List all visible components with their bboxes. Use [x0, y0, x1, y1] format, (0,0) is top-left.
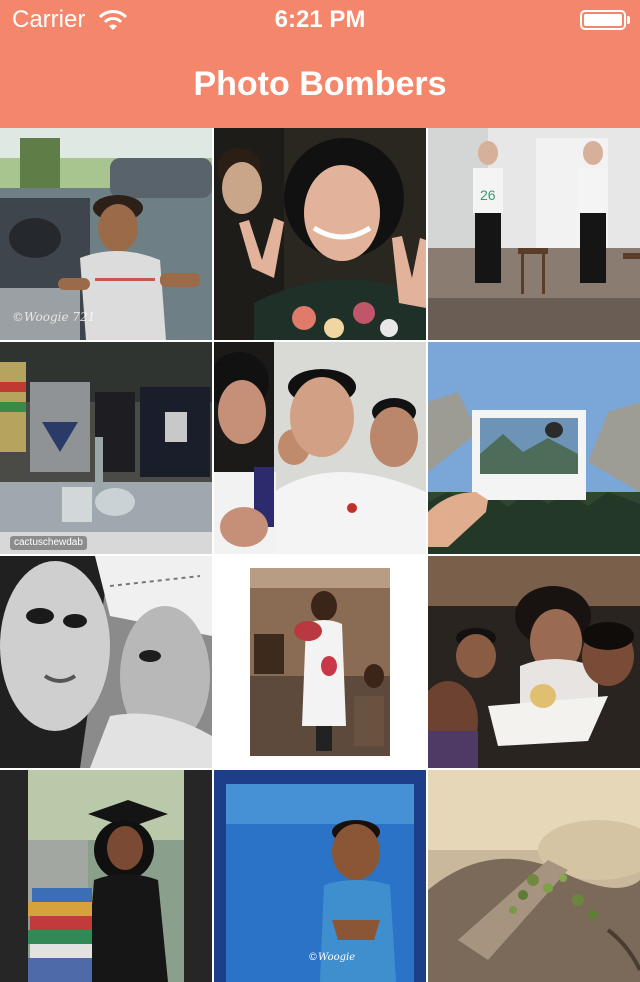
photo-image: [428, 770, 640, 982]
navigation-bar: Carrier 6:21 PM Photo Bombers: [0, 0, 640, 128]
battery-icon: [580, 10, 626, 30]
photo-cell-graduate-with-flowers[interactable]: [214, 556, 426, 768]
svg-text:26: 26: [480, 187, 496, 203]
photo-cell-black-and-white-selfie[interactable]: [0, 556, 212, 768]
photo-cell-polaroid-mountains[interactable]: [428, 342, 640, 554]
status-bar: Carrier 6:21 PM: [0, 0, 640, 40]
photo-image: [0, 556, 212, 768]
clock: 6:21 PM: [274, 6, 366, 33]
photo-grid: ©Woogie 721 26 cactuschewdab ©Woogie: [0, 128, 640, 982]
photo-cell-group-selfie[interactable]: [214, 342, 426, 554]
photo-image: ©Woogie: [214, 770, 426, 982]
photo-cell-family-with-cake[interactable]: [428, 556, 640, 768]
photo-cell-two-girls-posing[interactable]: 26: [428, 128, 640, 340]
photo-watermark: ©Woogie 721: [12, 310, 96, 324]
photo-image: [428, 556, 640, 768]
photo-image: [0, 342, 212, 554]
photo-image: [428, 342, 640, 554]
photo-image: [0, 128, 212, 340]
photo-cell-peace-sign-selfie[interactable]: [214, 128, 426, 340]
battery-tip: [627, 16, 630, 24]
photo-image: [214, 556, 426, 768]
photo-cell-boy-in-car[interactable]: ©Woogie 721: [0, 128, 212, 340]
svg-text:©Woogie: ©Woogie: [308, 952, 355, 963]
photo-image: [214, 342, 426, 554]
photo-cell-plant-closeup[interactable]: [428, 770, 640, 982]
photo-caption: cactuschewdab: [10, 536, 87, 550]
photo-cell-shop-interior[interactable]: cactuschewdab: [0, 342, 212, 554]
photo-image: [0, 770, 212, 982]
photo-cell-graduate-with-books[interactable]: [0, 770, 212, 982]
photo-cell-child-on-blue[interactable]: ©Woogie: [214, 770, 426, 982]
photo-image: 26: [428, 128, 640, 340]
photo-image: [214, 128, 426, 340]
page-title: Photo Bombers: [193, 65, 447, 103]
